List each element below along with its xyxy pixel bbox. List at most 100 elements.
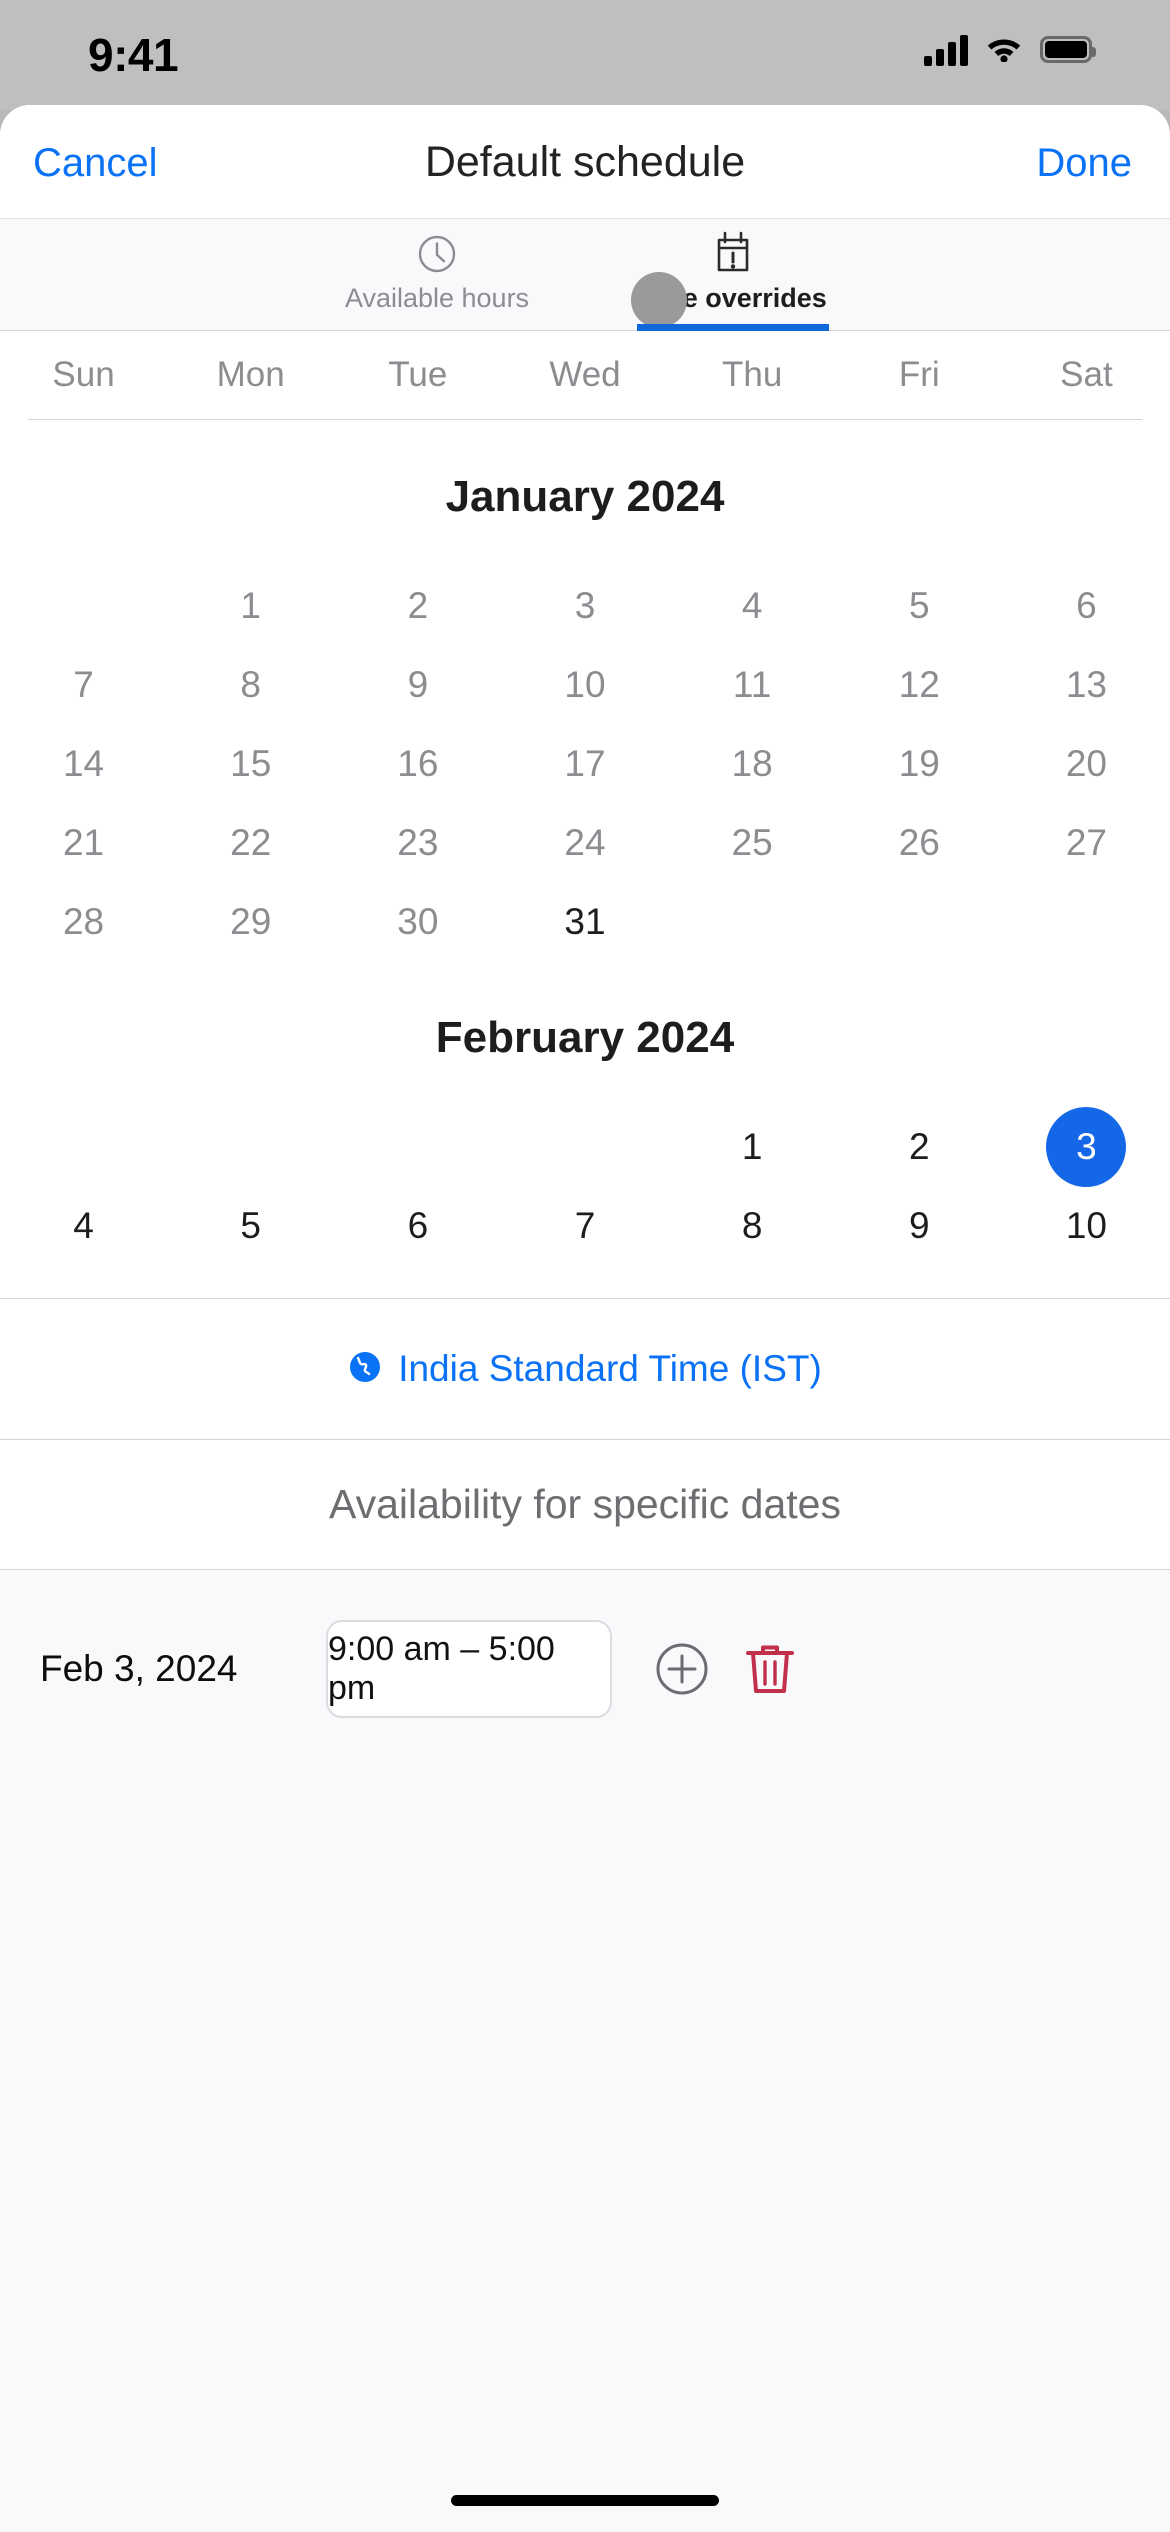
calendar-day-number: 17 [564, 742, 606, 784]
weekday-label: Thu [721, 355, 783, 394]
calendar-day-number: 8 [240, 663, 261, 705]
calendar-day-number: 3 [574, 584, 596, 626]
calendar-day-number: 1 [240, 584, 261, 626]
calendar-day: 10 [501, 645, 668, 724]
navigation-bar: Cancel Default schedule Done [0, 105, 1170, 218]
calendar-day-number: 4 [73, 1204, 94, 1246]
done-button[interactable]: Done [1036, 141, 1132, 186]
calendar-day-number: 15 [230, 742, 272, 784]
calendar-day: 25 [669, 803, 836, 882]
calendar-day[interactable]: 1 [669, 1107, 836, 1186]
status-bar-indicators [924, 32, 1096, 67]
calendar-day-number: 14 [62, 742, 105, 784]
calendar-day: 30 [334, 882, 501, 961]
cellular-signal-icon [924, 34, 968, 66]
calendar-day-number: 3 [1046, 1106, 1127, 1187]
month-grid: 1 2 3 4 5 6 7 8 9 10 [0, 1106, 1170, 1265]
override-row: Feb 3, 2024 9:00 am – 5:00 pm [0, 1570, 1170, 1718]
plus-circle-icon[interactable] [654, 1641, 710, 1697]
tab-bar: Available hours Date overrides [0, 218, 1170, 331]
touch-indicator [631, 272, 687, 328]
tab-available-hours[interactable]: Available hours [307, 219, 567, 330]
calendar-day: 26 [836, 803, 1003, 882]
calendar-day-number: 28 [62, 900, 105, 942]
calendar-day: 18 [669, 724, 836, 803]
timezone-label: India Standard Time (IST) [398, 1348, 822, 1389]
calendar-day-number: 24 [564, 821, 606, 863]
calendar-day: 13 [1003, 645, 1170, 724]
calendar-day-number: 25 [731, 821, 773, 863]
calendar-day: 4 [669, 566, 836, 645]
calendar-day: 3 [501, 566, 668, 645]
override-actions [654, 1640, 796, 1698]
calendar-day-number: 8 [741, 1204, 763, 1246]
calendar-day-number: 4 [741, 584, 763, 626]
calendar-day: 29 [167, 882, 334, 961]
calendar-day-number: 7 [574, 1204, 596, 1246]
month-title: February 2024 [435, 1013, 735, 1062]
calendar-day-number: 5 [240, 1204, 261, 1246]
calendar-grid[interactable]: January 2024 1 2 3 4 5 6 7 8 9 10 11 12 13 14 15 16 17 18 1… [0, 420, 1170, 1265]
section-title: Availability for specific dates [0, 1440, 1170, 1570]
calendar-day: 27 [1003, 803, 1170, 882]
weekday-label: Mon [216, 355, 285, 394]
weekday-label: Wed [549, 355, 621, 394]
calendar-day[interactable]: 2 [836, 1107, 1003, 1186]
tab-date-overrides[interactable]: Date overrides [603, 219, 863, 331]
calendar-day: 2 [334, 566, 501, 645]
calendar-day: 6 [1003, 566, 1170, 645]
calendar-day-number: 10 [564, 663, 606, 705]
month-title: January 2024 [445, 472, 725, 521]
weekday-label: Sun [52, 355, 115, 394]
override-date-label: Feb 3, 2024 [40, 1648, 238, 1689]
weekday-header: Sun Mon Tue Wed Thu Fri Sat [0, 331, 1170, 419]
calendar-day[interactable]: 6 [334, 1186, 501, 1265]
calendar-day-number: 18 [731, 742, 773, 784]
calendar-day[interactable]: 8 [669, 1186, 836, 1265]
calendar-day: 15 [167, 724, 334, 803]
month-grid: 1 2 3 4 5 6 7 8 9 10 11 12 13 14 15 16 17 18 19 20 21 22 23 24 2… [0, 566, 1170, 961]
globe-icon [348, 1350, 382, 1389]
calendar-day: 12 [836, 645, 1003, 724]
calendar-day-number: 21 [62, 821, 105, 863]
calendar-day[interactable]: 10 [1003, 1186, 1170, 1265]
calendar-day[interactable]: 9 [836, 1186, 1003, 1265]
calendar-day[interactable]: 7 [501, 1186, 668, 1265]
calendar-day-number: 26 [898, 821, 940, 863]
calendar-day-number: 30 [397, 900, 439, 942]
calendar-day-number: 9 [908, 1204, 930, 1246]
weekday-label: Fri [898, 355, 940, 394]
calendar-day[interactable]: 31 [501, 882, 668, 961]
battery-icon [1040, 36, 1096, 63]
calendar-day-number: 23 [397, 821, 439, 863]
timezone-selector[interactable]: India Standard Time (IST) [0, 1298, 1170, 1440]
calendar-day-number: 19 [898, 742, 940, 784]
calendar-day[interactable]: 4 [0, 1186, 167, 1265]
modal-sheet: Cancel Default schedule Done Available h… [0, 105, 1170, 2532]
calendar-day: 7 [0, 645, 167, 724]
calendar-day-number: 31 [564, 900, 606, 942]
trash-icon[interactable] [744, 1640, 796, 1698]
calendar-day: 5 [836, 566, 1003, 645]
calendar-day-number: 29 [230, 900, 272, 942]
calendar-day-number: 10 [1065, 1204, 1107, 1246]
calendar-day[interactable]: 5 [167, 1186, 334, 1265]
calendar-day-number: 12 [898, 663, 940, 705]
calendar-day: 14 [0, 724, 167, 803]
home-indicator [451, 2495, 719, 2506]
calendar-day-number: 13 [1065, 663, 1107, 705]
calendar-day-number: 27 [1065, 821, 1107, 863]
calendar-day-number: 2 [407, 584, 429, 626]
calendar-day-number: 7 [73, 663, 94, 705]
time-range-field[interactable]: 9:00 am – 5:00 pm [326, 1620, 612, 1718]
calendar-day: 28 [0, 882, 167, 961]
calendar-day: 9 [334, 645, 501, 724]
calendar-day: 17 [501, 724, 668, 803]
calendar-alert-icon [711, 231, 755, 277]
calendar-day-selected[interactable]: 3 [1003, 1106, 1170, 1187]
calendar-day: 8 [167, 645, 334, 724]
calendar-day: 11 [669, 645, 836, 724]
status-bar: 9:41 [0, 0, 1170, 110]
calendar-day-number: 5 [908, 584, 930, 626]
wifi-icon [984, 32, 1024, 67]
